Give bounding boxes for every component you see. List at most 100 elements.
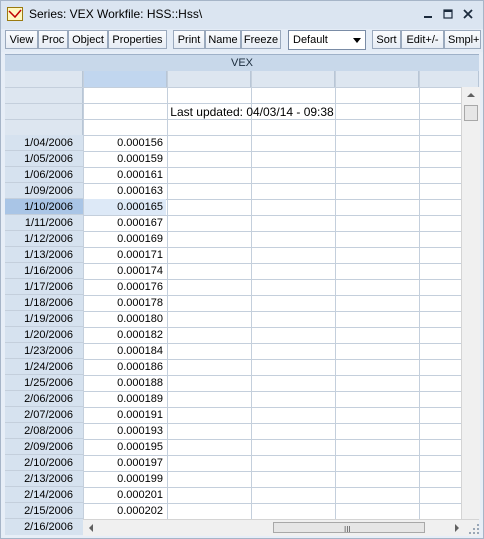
row-value[interactable]: 0.000191 [84, 407, 166, 423]
row-date[interactable]: 2/07/2006 [5, 407, 83, 423]
row-date[interactable]: 1/05/2006 [5, 151, 83, 167]
table-row[interactable]: 2/07/2006 0.000191 [5, 407, 479, 423]
table-row[interactable]: 1/10/2006 0.000165 [5, 199, 479, 215]
edit-button[interactable]: Edit+/- [401, 30, 444, 49]
row-value[interactable]: 0.000195 [84, 439, 166, 455]
row-value[interactable]: 0.000188 [84, 375, 166, 391]
row-date[interactable]: 1/18/2006 [5, 295, 83, 311]
column-header-empty[interactable] [419, 71, 479, 87]
row-value[interactable]: 0.000178 [84, 295, 166, 311]
column-header-empty[interactable] [167, 71, 251, 87]
table-row[interactable]: 1/13/2006 0.000171 [5, 247, 479, 263]
sort-button[interactable]: Sort [372, 30, 401, 49]
vertical-scrollbar[interactable] [461, 87, 480, 519]
resize-grip-icon[interactable] [467, 522, 481, 536]
table-row[interactable]: 2/06/2006 0.000189 [5, 391, 479, 407]
table-row[interactable]: 1/18/2006 0.000178 [5, 295, 479, 311]
row-date[interactable]: 1/17/2006 [5, 279, 83, 295]
properties-button[interactable]: Properties [108, 30, 167, 49]
table-row[interactable]: 1/04/2006 0.000156 [5, 135, 479, 151]
table-row[interactable]: 1/20/2006 0.000182 [5, 327, 479, 343]
scroll-right-icon[interactable] [455, 524, 459, 532]
row-date[interactable]: 1/04/2006 [5, 135, 83, 151]
row-date[interactable]: 1/10/2006 [5, 199, 83, 215]
scroll-left-icon[interactable] [89, 524, 93, 532]
row-date[interactable]: 1/19/2006 [5, 311, 83, 327]
row-date[interactable]: 1/12/2006 [5, 231, 83, 247]
row-date[interactable]: 2/08/2006 [5, 423, 83, 439]
display-mode-select[interactable]: Default [288, 30, 366, 50]
table-row[interactable]: 1/06/2006 0.000161 [5, 167, 479, 183]
maximize-button[interactable] [439, 5, 457, 23]
row-value[interactable]: 0.000171 [84, 247, 166, 263]
row-date[interactable]: 1/13/2006 [5, 247, 83, 263]
row-value[interactable]: 0.000182 [84, 327, 166, 343]
row-value[interactable]: 0.000201 [84, 487, 166, 503]
minimize-button[interactable] [419, 5, 437, 23]
close-button[interactable] [459, 5, 477, 23]
table-row[interactable]: 1/17/2006 0.000176 [5, 279, 479, 295]
spreadsheet-grid[interactable]: Last updated: 04/03/14 - 09:38 1/04/2006… [5, 71, 479, 519]
object-button[interactable]: Object [68, 30, 108, 49]
table-row[interactable]: 1/12/2006 0.000169 [5, 231, 479, 247]
table-row[interactable]: 2/13/2006 0.000199 [5, 471, 479, 487]
table-row[interactable]: 2/08/2006 0.000193 [5, 423, 479, 439]
table-row[interactable]: 1/24/2006 0.000186 [5, 359, 479, 375]
column-header-empty[interactable] [335, 71, 419, 87]
proc-button[interactable]: Proc [38, 30, 68, 49]
smpl-button[interactable]: Smpl+ [444, 30, 481, 49]
row-date[interactable]: 2/10/2006 [5, 455, 83, 471]
row-date[interactable]: 2/09/2006 [5, 439, 83, 455]
table-row[interactable]: 1/16/2006 0.000174 [5, 263, 479, 279]
row-value[interactable]: 0.000156 [84, 135, 166, 151]
table-row[interactable]: 2/14/2006 0.000201 [5, 487, 479, 503]
table-row[interactable]: 1/19/2006 0.000180 [5, 311, 479, 327]
row-value[interactable]: 0.000167 [84, 215, 166, 231]
column-header-empty[interactable] [251, 71, 335, 87]
row-date[interactable]: 1/09/2006 [5, 183, 83, 199]
row-value[interactable]: 0.000193 [84, 423, 166, 439]
partial-row-date[interactable]: 2/16/2006 [5, 519, 83, 535]
row-value[interactable]: 0.000165 [84, 199, 166, 215]
row-date[interactable]: 2/06/2006 [5, 391, 83, 407]
row-date[interactable]: 1/24/2006 [5, 359, 83, 375]
row-value[interactable]: 0.000159 [84, 151, 166, 167]
row-date[interactable]: 1/06/2006 [5, 167, 83, 183]
horizontal-scrollbar[interactable]: III [83, 519, 479, 536]
row-value[interactable]: 0.000180 [84, 311, 166, 327]
row-date[interactable]: 1/16/2006 [5, 263, 83, 279]
row-value[interactable]: 0.000199 [84, 471, 166, 487]
table-row[interactable]: 1/09/2006 0.000163 [5, 183, 479, 199]
horizontal-scroll-thumb[interactable]: III [273, 522, 425, 534]
table-row[interactable]: 2/10/2006 0.000197 [5, 455, 479, 471]
row-value[interactable]: 0.000184 [84, 343, 166, 359]
table-row[interactable]: 1/23/2006 0.000184 [5, 343, 479, 359]
row-value[interactable]: 0.000161 [84, 167, 166, 183]
row-date[interactable]: 1/20/2006 [5, 327, 83, 343]
row-date[interactable]: 1/11/2006 [5, 215, 83, 231]
row-value[interactable]: 0.000189 [84, 391, 166, 407]
row-value[interactable]: 0.000163 [84, 183, 166, 199]
row-value[interactable]: 0.000176 [84, 279, 166, 295]
name-button[interactable]: Name [205, 30, 241, 49]
title-bar[interactable]: Series: VEX Workfile: HSS::Hss\ [1, 1, 483, 29]
row-value[interactable]: 0.000197 [84, 455, 166, 471]
table-row[interactable]: 1/05/2006 0.000159 [5, 151, 479, 167]
row-date[interactable]: 1/23/2006 [5, 343, 83, 359]
table-row[interactable]: 1/25/2006 0.000188 [5, 375, 479, 391]
row-date[interactable]: 2/15/2006 [5, 503, 83, 519]
freeze-button[interactable]: Freeze [241, 30, 281, 49]
table-row[interactable]: 2/15/2006 0.000202 [5, 503, 479, 519]
scroll-up-icon[interactable] [467, 93, 475, 97]
row-value[interactable]: 0.000174 [84, 263, 166, 279]
table-row[interactable]: 1/11/2006 0.000167 [5, 215, 479, 231]
row-value[interactable]: 0.000169 [84, 231, 166, 247]
row-value[interactable]: 0.000186 [84, 359, 166, 375]
row-date[interactable]: 2/13/2006 [5, 471, 83, 487]
table-row[interactable]: 2/09/2006 0.000195 [5, 439, 479, 455]
corner-cell[interactable] [5, 71, 83, 87]
print-button[interactable]: Print [173, 30, 205, 49]
row-value[interactable]: 0.000202 [84, 503, 166, 519]
vertical-scroll-thumb[interactable] [464, 105, 478, 121]
row-date[interactable]: 1/25/2006 [5, 375, 83, 391]
